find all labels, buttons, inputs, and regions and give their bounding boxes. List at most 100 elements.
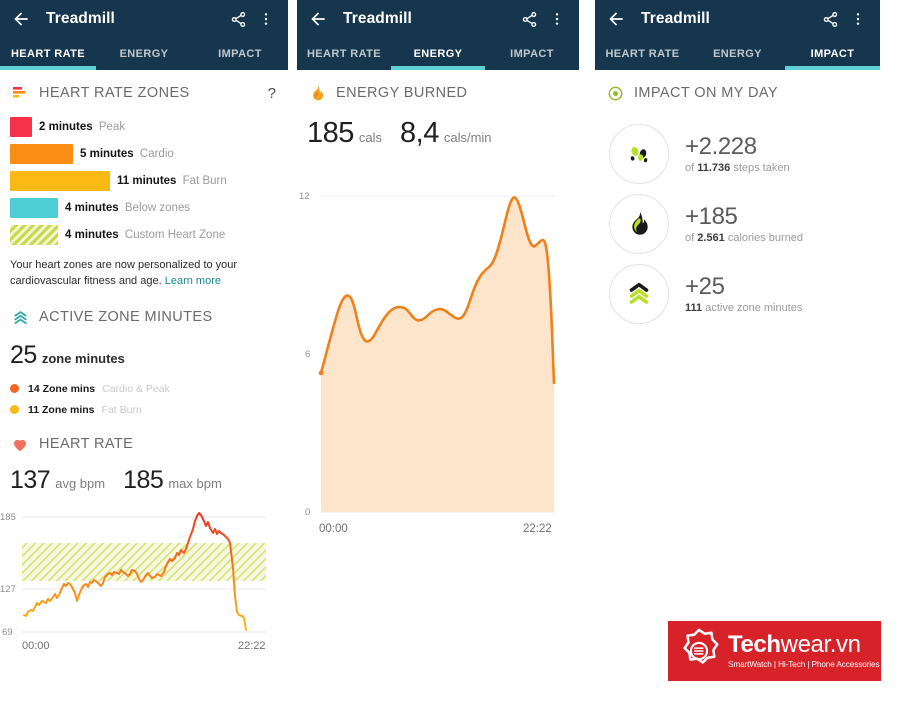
tab-energy[interactable]: ENERGY bbox=[96, 38, 192, 70]
share-button[interactable] bbox=[818, 7, 842, 31]
tab-heart-rate[interactable]: HEART RATE bbox=[0, 38, 96, 70]
zone-label: 2 minutes Peak bbox=[39, 121, 125, 133]
flame-icon bbox=[307, 83, 327, 103]
zones-note: Your heart zones are now personalized to… bbox=[0, 248, 288, 289]
zone-name: Peak bbox=[98, 120, 126, 133]
x-tick-end: 22:22 bbox=[238, 640, 266, 651]
overflow-menu-button[interactable] bbox=[254, 7, 278, 31]
zone-row: 11 minutes Fat Burn bbox=[10, 167, 278, 194]
legend-dot bbox=[10, 384, 19, 394]
zone-label: 5 minutes Cardio bbox=[80, 148, 174, 160]
zone-name: Fat Burn bbox=[182, 174, 227, 187]
overflow-menu-button[interactable] bbox=[846, 7, 870, 31]
impact-value: +25 bbox=[685, 272, 725, 300]
more-vertical-icon bbox=[856, 13, 860, 25]
arrow-left-icon bbox=[609, 12, 623, 26]
zone-name: Custom Heart Zone bbox=[124, 228, 226, 241]
target-icon bbox=[605, 83, 625, 103]
zone-row: 2 minutes Peak bbox=[10, 113, 278, 140]
more-vertical-icon bbox=[264, 13, 268, 25]
zone-name: Cardio bbox=[139, 147, 174, 160]
page-title: Treadmill bbox=[641, 10, 710, 27]
y-tick-6: 6 bbox=[305, 349, 310, 360]
impact-subtext: 111 active zone minutes bbox=[685, 302, 802, 314]
azm-breakdown-name: Cardio & Peak bbox=[102, 382, 170, 395]
impact-sub-prefix: of bbox=[685, 232, 698, 245]
heart-icon bbox=[10, 434, 30, 454]
page-title: Treadmill bbox=[343, 10, 412, 27]
zone-bar-below-zones bbox=[10, 197, 58, 218]
watermark-brand-light: wear.vn bbox=[780, 631, 861, 658]
chevrons-up-icon bbox=[10, 307, 30, 327]
tab-impact[interactable]: IMPACT bbox=[485, 38, 579, 70]
back-button[interactable] bbox=[605, 8, 627, 30]
back-button[interactable] bbox=[10, 8, 32, 30]
screenshot-root: Treadmill HEART RATE ENERGY IMPACT HEART… bbox=[0, 0, 900, 719]
avg-bpm-unit: avg bpm bbox=[55, 476, 106, 492]
impact-sub-suffix: active zone minutes bbox=[702, 302, 803, 315]
techwear-logo-icon bbox=[683, 628, 719, 664]
tab-energy[interactable]: ENERGY bbox=[690, 38, 785, 70]
back-button[interactable] bbox=[307, 8, 329, 30]
zone-minutes: 4 minutes bbox=[65, 228, 119, 241]
x-tick-end: 22:22 bbox=[523, 523, 552, 535]
impact-icon-circle bbox=[609, 194, 669, 254]
energy-total-value: 185 bbox=[307, 117, 354, 149]
heart-rate-header: HEART RATE bbox=[0, 420, 288, 460]
impact-row-text: +185 of 2.561 calories burned bbox=[685, 202, 803, 244]
custom-zone-band bbox=[22, 543, 266, 582]
tab-energy[interactable]: ENERGY bbox=[391, 38, 485, 70]
energy-burned-title: ENERGY BURNED bbox=[336, 85, 468, 101]
arrow-left-icon bbox=[311, 12, 325, 26]
azm-breakdown-value: 14 Zone mins bbox=[28, 382, 96, 395]
energy-chart: 12 6 0 00:00 22:22 bbox=[297, 150, 579, 545]
learn-more-link[interactable]: Learn more bbox=[165, 275, 221, 287]
active-zone-minutes-title: ACTIVE ZONE MINUTES bbox=[39, 309, 213, 326]
tab-heart-rate[interactable]: HEART RATE bbox=[297, 38, 391, 70]
more-vertical-icon bbox=[555, 13, 559, 25]
azm-breakdown-list: 14 Zone mins Cardio & Peak 11 Zone mins … bbox=[0, 370, 288, 420]
share-icon bbox=[823, 11, 837, 27]
energy-start-point bbox=[318, 370, 324, 376]
impact-row-text: +2.228 of 11.736 steps taken bbox=[685, 133, 790, 174]
tab-impact[interactable]: IMPACT bbox=[192, 38, 288, 70]
azm-breakdown-value: 11 Zone mins bbox=[28, 403, 95, 416]
azm-breakdown-row: 11 Zone mins Fat Burn bbox=[10, 399, 278, 420]
share-button[interactable] bbox=[517, 7, 541, 31]
y-tick-185: 185 bbox=[0, 512, 16, 523]
flame-icon bbox=[632, 211, 648, 235]
impact-row-zone-minutes: +25 111 active zone minutes bbox=[595, 259, 880, 329]
impact-subtext: of 11.736 steps taken bbox=[685, 162, 790, 174]
impact-row-calories: +185 of 2.561 calories burned bbox=[595, 189, 880, 259]
azm-unit: zone minutes bbox=[41, 351, 125, 367]
energy-burned-header: ENERGY BURNED bbox=[297, 70, 579, 109]
zone-bar-peak bbox=[10, 116, 32, 137]
energy-rate-value: 8,4 bbox=[400, 117, 439, 149]
share-icon bbox=[522, 11, 536, 27]
tab-heart-rate[interactable]: HEART RATE bbox=[595, 38, 690, 70]
zone-minutes: 11 minutes bbox=[117, 174, 177, 187]
y-tick-127: 127 bbox=[0, 584, 16, 595]
overflow-menu-button[interactable] bbox=[545, 7, 569, 31]
footsteps-icon bbox=[630, 147, 648, 163]
phone-panel-energy: Treadmill HEART RATE ENERGY IMPACT ENERG… bbox=[297, 0, 579, 579]
y-tick-69: 69 bbox=[2, 627, 13, 638]
zone-label: 11 minutes Fat Burn bbox=[117, 175, 227, 187]
zone-bar-custom-heart-zone bbox=[10, 224, 58, 245]
impact-sub-suffix: steps taken bbox=[730, 162, 790, 175]
help-button[interactable]: ? bbox=[268, 85, 276, 102]
impact-rows: +2.228 of 11.736 steps taken +185 of 2.5… bbox=[595, 109, 880, 329]
chevrons-up-icon bbox=[629, 282, 649, 304]
share-icon bbox=[231, 11, 245, 27]
tab-bar: HEART RATE ENERGY IMPACT bbox=[297, 38, 579, 70]
watermark-tagline: SmartWatch | Hi-Tech | Phone Accessories bbox=[728, 660, 880, 669]
watermark-text: Techwear.vn SmartWatch | Hi-Tech | Phone… bbox=[728, 631, 880, 670]
share-button[interactable] bbox=[226, 7, 250, 31]
impact-value: +185 bbox=[685, 202, 738, 230]
zone-row: 5 minutes Cardio bbox=[10, 140, 278, 167]
page-title: Treadmill bbox=[46, 10, 115, 27]
azm-value: 25 bbox=[10, 341, 37, 370]
tab-impact[interactable]: IMPACT bbox=[785, 38, 880, 70]
impact-subtext: of 2.561 calories burned bbox=[685, 232, 803, 244]
energy-stats: 185 cals 8,4 cals/min bbox=[297, 109, 579, 150]
